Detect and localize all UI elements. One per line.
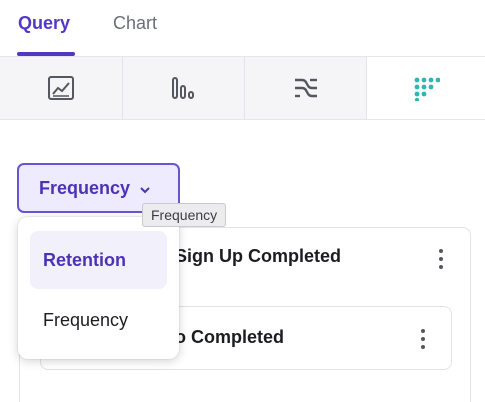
chart-type-selector <box>0 57 485 120</box>
chart-type-flow[interactable] <box>245 57 367 119</box>
chart-type-line[interactable] <box>0 57 123 119</box>
line-chart-icon <box>48 76 74 100</box>
chart-type-retention[interactable] <box>367 57 485 119</box>
event-title: Sign Up Completed <box>175 246 341 266</box>
event-subtitle: o Completed <box>175 327 285 347</box>
tab-query[interactable]: Query <box>18 13 70 34</box>
tooltip: Frequency <box>142 203 227 227</box>
analysis-type-label: Frequency <box>39 177 131 198</box>
retention-grid-icon <box>414 77 440 101</box>
chart-type-bar[interactable] <box>123 57 245 119</box>
query-panel: Query Chart Sign Up Completed o Complete… <box>0 0 485 402</box>
chevron-down-icon <box>139 178 151 199</box>
analysis-type-menu: Retention Frequency <box>18 217 179 359</box>
menu-item-retention[interactable]: Retention <box>30 231 167 289</box>
active-tab-indicator <box>17 52 75 56</box>
flow-chart-icon <box>294 78 317 98</box>
menu-item-frequency[interactable]: Frequency <box>30 291 167 349</box>
more-options-icon[interactable] <box>420 329 426 349</box>
tab-bar: Query Chart <box>0 0 485 57</box>
more-options-icon[interactable] <box>438 249 444 269</box>
bar-chart-icon <box>171 77 194 99</box>
tab-chart[interactable]: Chart <box>113 13 157 34</box>
